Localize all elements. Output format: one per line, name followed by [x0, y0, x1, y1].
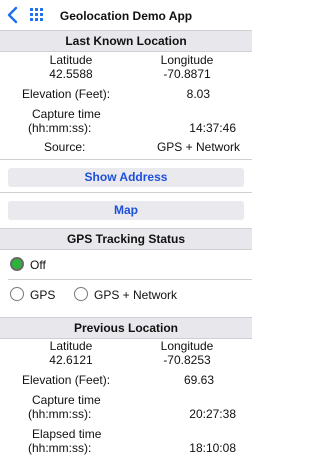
nav-bar: Geolocation Demo App	[0, 0, 252, 32]
elapsed-time-format: (hh:mm:ss):	[28, 441, 92, 455]
capture-time-label: Capture time	[32, 107, 101, 121]
divider	[0, 159, 252, 160]
elapsed-time-label: Elapsed time	[32, 427, 102, 441]
radio-off[interactable]	[10, 257, 24, 271]
radio-gps[interactable]	[10, 287, 24, 301]
elevation-label: Elevation (Feet):	[22, 87, 111, 101]
latitude-value: 42.5588	[49, 67, 93, 81]
gps-tracking-header: GPS Tracking Status	[0, 228, 252, 250]
latitude-label: Latitude	[49, 53, 93, 67]
map-button[interactable]: Map	[8, 201, 244, 220]
capture-time-value: 14:37:46	[189, 121, 236, 135]
last-known-header: Last Known Location	[0, 30, 252, 52]
app-title: Geolocation Demo App	[59, 9, 193, 23]
divider	[8, 279, 252, 280]
source-label: Source:	[44, 140, 86, 154]
elapsed-time-value: 18:10:08	[189, 441, 236, 455]
prev-elevation-label: Elevation (Feet):	[22, 373, 111, 387]
prev-capture-time-format: (hh:mm:ss):	[28, 407, 92, 421]
divider	[0, 192, 252, 193]
capture-time-format: (hh:mm:ss):	[28, 121, 92, 135]
previous-location-title: Previous Location	[73, 321, 179, 335]
gps-tracking-title: GPS Tracking Status	[66, 232, 186, 246]
radio-gps-network-label[interactable]: GPS + Network	[94, 288, 177, 302]
prev-elevation-value: 69.63	[183, 373, 214, 387]
previous-location-header: Previous Location	[0, 317, 252, 339]
last-known-title: Last Known Location	[65, 34, 187, 48]
elevation-value: 8.03	[186, 87, 210, 101]
longitude-value: -70.8871	[163, 67, 211, 81]
longitude-label: Longitude	[160, 53, 214, 67]
radio-gps-label[interactable]: GPS	[30, 288, 55, 302]
prev-longitude-value: -70.8253	[163, 353, 211, 367]
prev-latitude-value: 42.6121	[49, 353, 93, 367]
radio-gps-network[interactable]	[74, 287, 88, 301]
prev-longitude-label: Longitude	[160, 339, 214, 353]
show-address-button[interactable]: Show Address	[8, 168, 244, 187]
prev-latitude-label: Latitude	[49, 339, 93, 353]
radio-off-label[interactable]: Off	[30, 258, 46, 272]
source-value: GPS + Network	[156, 140, 240, 154]
prev-capture-time-label: Capture time	[32, 393, 101, 407]
prev-capture-time-value: 20:27:38	[189, 407, 236, 421]
